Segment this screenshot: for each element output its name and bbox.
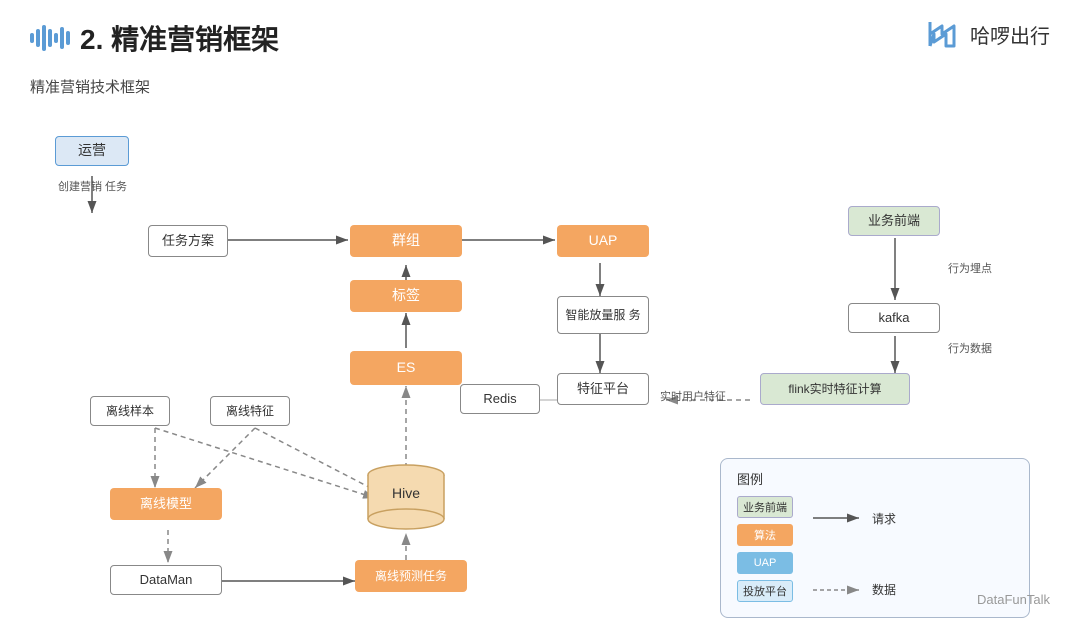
box-dataman: DataMan	[110, 565, 222, 595]
legend-item-uap: UAP	[737, 552, 793, 574]
watermark: DataFunTalk	[977, 592, 1050, 607]
box-zhineng: 智能放量服 务	[557, 296, 649, 334]
legend-row-blue: UAP	[737, 552, 793, 574]
logo-icon	[926, 16, 962, 52]
page-title: 2. 精准营销框架	[80, 18, 279, 58]
header: 2. 精准营销框架	[0, 0, 1080, 68]
box-lixianyuce: 离线预测任务	[355, 560, 467, 592]
subtitle: 精准营销技术框架	[30, 76, 150, 97]
sound-wave-icon	[30, 25, 70, 51]
box-es: ES	[350, 351, 462, 385]
box-flinkjisuan: flink实时特征计算	[760, 373, 910, 405]
hive-label: Hive	[365, 485, 447, 501]
label-shishitezheng: 实时用户特征	[660, 388, 726, 404]
box-qunzu: 群组	[350, 225, 462, 257]
legend-item-yewuqianduan: 业务前端	[737, 496, 793, 518]
legend-item-toufa: 投放平台	[737, 580, 793, 602]
logo-text: 哈啰出行	[970, 20, 1050, 49]
box-yunying: 运营	[55, 136, 129, 166]
box-renwufangan: 任务方案	[148, 225, 228, 257]
label-hangweimaizi: 行为埋点	[948, 260, 992, 276]
box-tezhengpingtai: 特征平台	[557, 373, 649, 405]
legend-arrow-solid: 请求	[813, 510, 896, 527]
box-biaoqian: 标签	[350, 280, 462, 312]
box-kafka: kafka	[848, 303, 940, 333]
label-chuangjian: 创建营销 任务	[58, 180, 127, 195]
box-redis: Redis	[460, 384, 540, 414]
box-hive: Hive	[365, 463, 447, 531]
box-lixianyangben: 离线样本	[90, 396, 170, 426]
box-uap: UAP	[557, 225, 649, 257]
legend-row-green: 业务前端	[737, 496, 793, 518]
legend-item-suanfa: 算法	[737, 524, 793, 546]
box-lixianmoxing: 离线模型	[110, 488, 222, 520]
label-hangweidashuju: 行为数据	[948, 340, 992, 356]
legend-arrow-dashed: 数据	[813, 581, 896, 598]
logo-area: 哈啰出行	[926, 16, 1050, 52]
box-lixiantezheng: 离线特征	[210, 396, 290, 426]
legend-row-orange: 算法	[737, 524, 793, 546]
legend-title: 图例	[737, 469, 1013, 488]
legend-row-outline: 投放平台	[737, 580, 793, 602]
diagram-area: 精准营销技术框架	[0, 68, 1080, 613]
box-yewuqianduan: 业务前端	[848, 206, 940, 236]
